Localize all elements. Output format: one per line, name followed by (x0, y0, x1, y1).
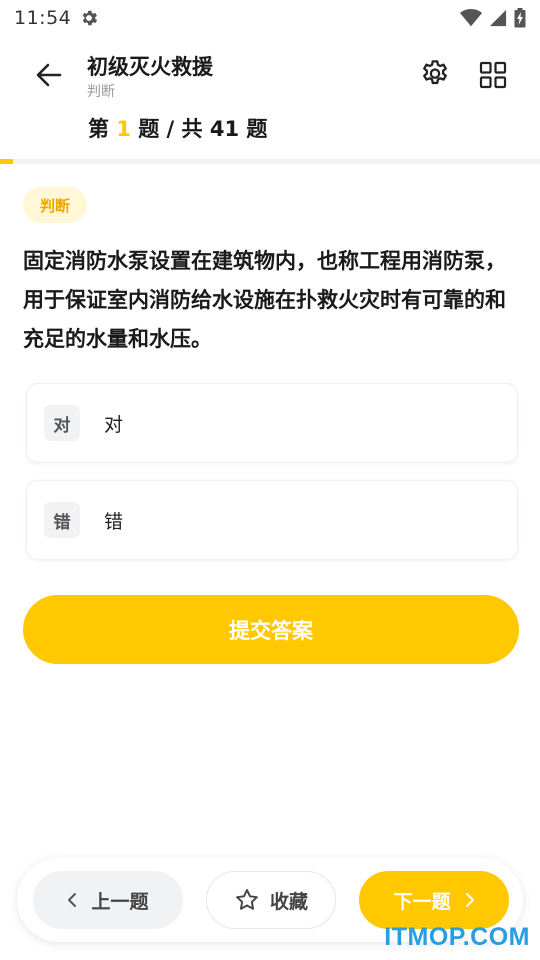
chevron-right-icon (465, 893, 474, 907)
option-true[interactable]: 对 对 (26, 383, 518, 463)
wifi-icon (460, 9, 482, 27)
gear-icon (82, 10, 98, 26)
settings-button[interactable] (417, 56, 453, 92)
question-text: 固定消防水泵设置在建筑物内，也称工程用消防泵，用于保证室内消防给水设施在扑救火灾… (23, 249, 506, 351)
option-false[interactable]: 错 错 (26, 480, 518, 560)
next-question-button[interactable]: 下一题 (359, 871, 509, 929)
next-question-label: 下一题 (393, 890, 451, 913)
header: 初级灭火救援 判断 第 1 题 / 共 41 题 (0, 36, 540, 160)
progress-fill (0, 159, 14, 164)
option-label: 对 (104, 413, 124, 436)
previous-question-label: 上一题 (91, 890, 149, 913)
status-time: 11:54 (14, 7, 72, 29)
gear-icon (423, 60, 447, 85)
grid-icon (479, 61, 507, 89)
page-title: 初级灭火救援 (87, 55, 213, 79)
previous-question-button[interactable]: 上一题 (33, 871, 183, 929)
page-subtitle: 判断 (87, 84, 115, 100)
progress-prefix: 第 (88, 117, 117, 141)
progress-track (0, 159, 540, 164)
chevron-left-icon (68, 893, 77, 907)
option-key: 错 (44, 502, 80, 538)
submit-answer-button[interactable]: 提交答案 (23, 595, 519, 664)
status-bar: 11:54 (0, 0, 540, 36)
progress-suffix: 题 / 共 41 题 (130, 117, 268, 141)
star-icon (236, 889, 258, 910)
battery-charging-icon (514, 8, 526, 28)
progress-current: 1 (116, 117, 131, 141)
watermark-logo: ITMOP.COM (384, 923, 530, 951)
arrow-left-icon (36, 63, 62, 87)
question-type-tag: 判断 (23, 187, 88, 223)
back-button[interactable] (30, 58, 68, 92)
option-key: 对 (44, 405, 80, 441)
favorite-label: 收藏 (269, 890, 308, 913)
favorite-button[interactable]: 收藏 (206, 871, 336, 929)
question-grid-button[interactable] (476, 58, 510, 92)
question-progress: 第 1 题 / 共 41 题 (88, 113, 267, 143)
option-label: 错 (104, 510, 124, 533)
signal-icon (489, 9, 507, 27)
